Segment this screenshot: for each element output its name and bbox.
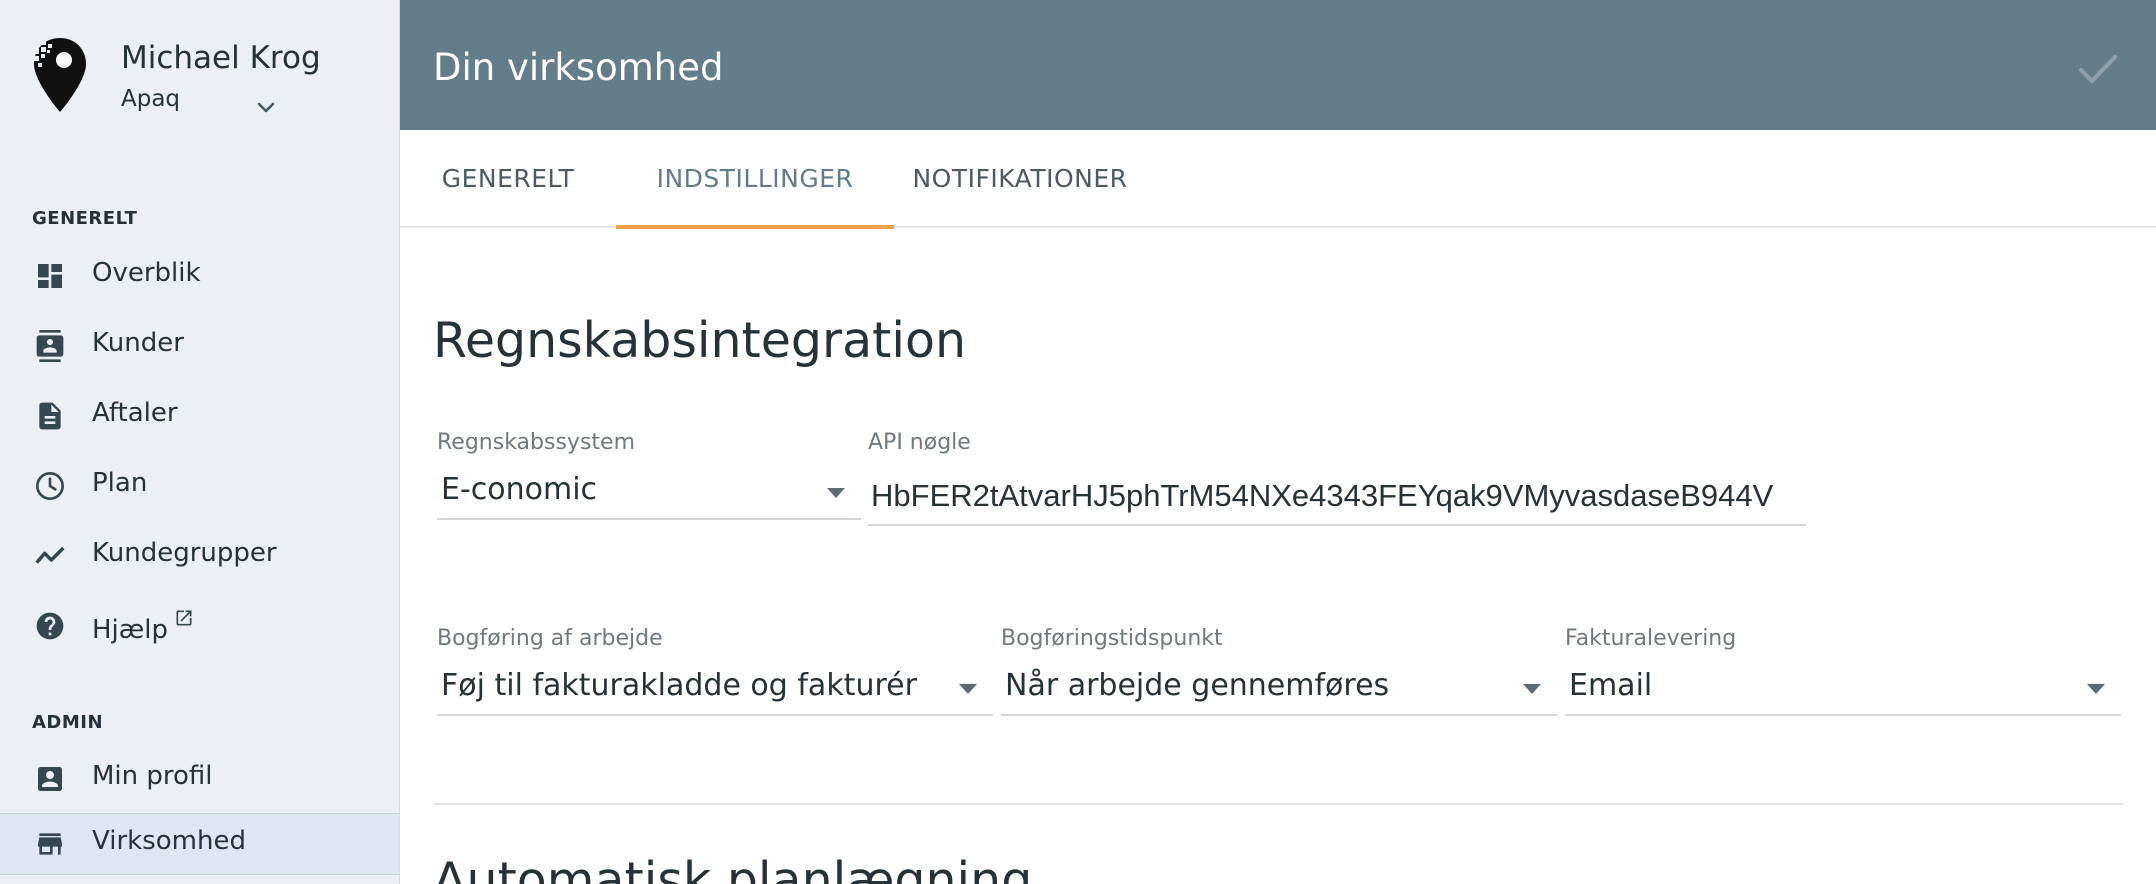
api-key-input[interactable] <box>868 468 1806 526</box>
nav-label: Hjælp <box>92 608 194 645</box>
select-value: Føj til fakturakladde og fakturér <box>441 668 917 703</box>
invoice-delivery-label: Fakturalevering <box>1565 626 1737 651</box>
account-box-icon <box>38 767 62 791</box>
nav-label: Virksomhed <box>92 826 246 856</box>
accounting-system-label: Regnskabssystem <box>437 430 635 455</box>
account-header: Michael Krog Apaq <box>0 0 399 170</box>
logo-pin-icon <box>34 38 86 112</box>
nav-label: Min profil <box>92 761 213 791</box>
tab-bar: GENERELT INDSTILLINGER NOTIFIKATIONER <box>400 130 2156 229</box>
nav-item-hjaelp[interactable]: Hjælp <box>0 594 399 656</box>
nav-label: Aftaler <box>92 398 178 428</box>
section-divider <box>433 803 2124 805</box>
company-name: Apaq <box>121 86 181 112</box>
store-icon <box>38 833 62 855</box>
accounting-system-select[interactable]: E-conomic <box>437 466 861 520</box>
dropdown-arrow-icon <box>959 684 977 694</box>
nav-label: Overblik <box>92 258 201 288</box>
nav-item-virksomhed[interactable]: Virksomhed <box>0 813 399 875</box>
dashboard-icon <box>38 264 62 288</box>
section-heading-automatic-planning: Automatisk planlægning <box>433 852 1033 884</box>
check-icon[interactable] <box>2075 46 2121 92</box>
select-value: Når arbejde gennemføres <box>1005 668 1390 703</box>
page-title: Din virksomhed <box>433 46 724 89</box>
sidebar: Michael Krog Apaq GENERELT Overblik Kund… <box>0 0 400 884</box>
section-label-admin: ADMIN <box>32 712 104 733</box>
app-root: Michael Krog Apaq GENERELT Overblik Kund… <box>0 0 2156 884</box>
select-value: Email <box>1569 668 1653 703</box>
tab-generelt[interactable]: GENERELT <box>416 130 600 228</box>
nav-label: Kunder <box>92 328 184 358</box>
section-label-generelt: GENERELT <box>32 208 138 229</box>
posting-time-label: Bogføringstidspunkt <box>1001 626 1223 651</box>
chevron-down-icon[interactable] <box>250 92 282 124</box>
nav-item-aftaler[interactable]: Aftaler <box>0 384 399 446</box>
posting-select[interactable]: Føj til fakturakladde og fakturér <box>437 662 993 716</box>
dropdown-arrow-icon <box>2087 684 2105 694</box>
trending-icon <box>35 546 65 564</box>
nav-item-kunder[interactable]: Kunder <box>0 314 399 376</box>
nav-item-plan[interactable]: Plan <box>0 454 399 516</box>
nav-label: Kundegrupper <box>92 538 277 568</box>
external-link-icon <box>176 610 192 626</box>
select-value: E-conomic <box>441 472 598 507</box>
nav-label-text: Hjælp <box>92 615 169 645</box>
main-content: Din virksomhed GENERELT INDSTILLINGER NO… <box>400 0 2156 884</box>
user-name: Michael Krog <box>121 40 321 76</box>
posting-label: Bogføring af arbejde <box>437 626 663 651</box>
dropdown-arrow-icon <box>1523 684 1541 694</box>
contacts-icon <box>36 330 64 362</box>
nav-label: Plan <box>92 468 148 498</box>
dropdown-arrow-icon <box>827 488 845 498</box>
help-icon <box>36 612 64 640</box>
nav-item-kundegrupper[interactable]: Kundegrupper <box>0 524 399 586</box>
posting-time-select[interactable]: Når arbejde gennemføres <box>1001 662 1557 716</box>
nav-item-overblik[interactable]: Overblik <box>0 244 399 306</box>
tab-notifikationer[interactable]: NOTIFIKATIONER <box>910 130 1130 228</box>
clock-icon <box>36 472 64 500</box>
tab-indstillinger[interactable]: INDSTILLINGER <box>616 130 894 229</box>
invoice-delivery-select[interactable]: Email <box>1565 662 2121 716</box>
nav-item-min-profil[interactable]: Min profil <box>0 747 399 809</box>
document-icon <box>39 402 61 430</box>
api-key-label: API nøgle <box>868 430 971 455</box>
top-app-bar: Din virksomhed <box>400 0 2156 130</box>
section-heading: Regnskabsintegration <box>433 312 967 369</box>
